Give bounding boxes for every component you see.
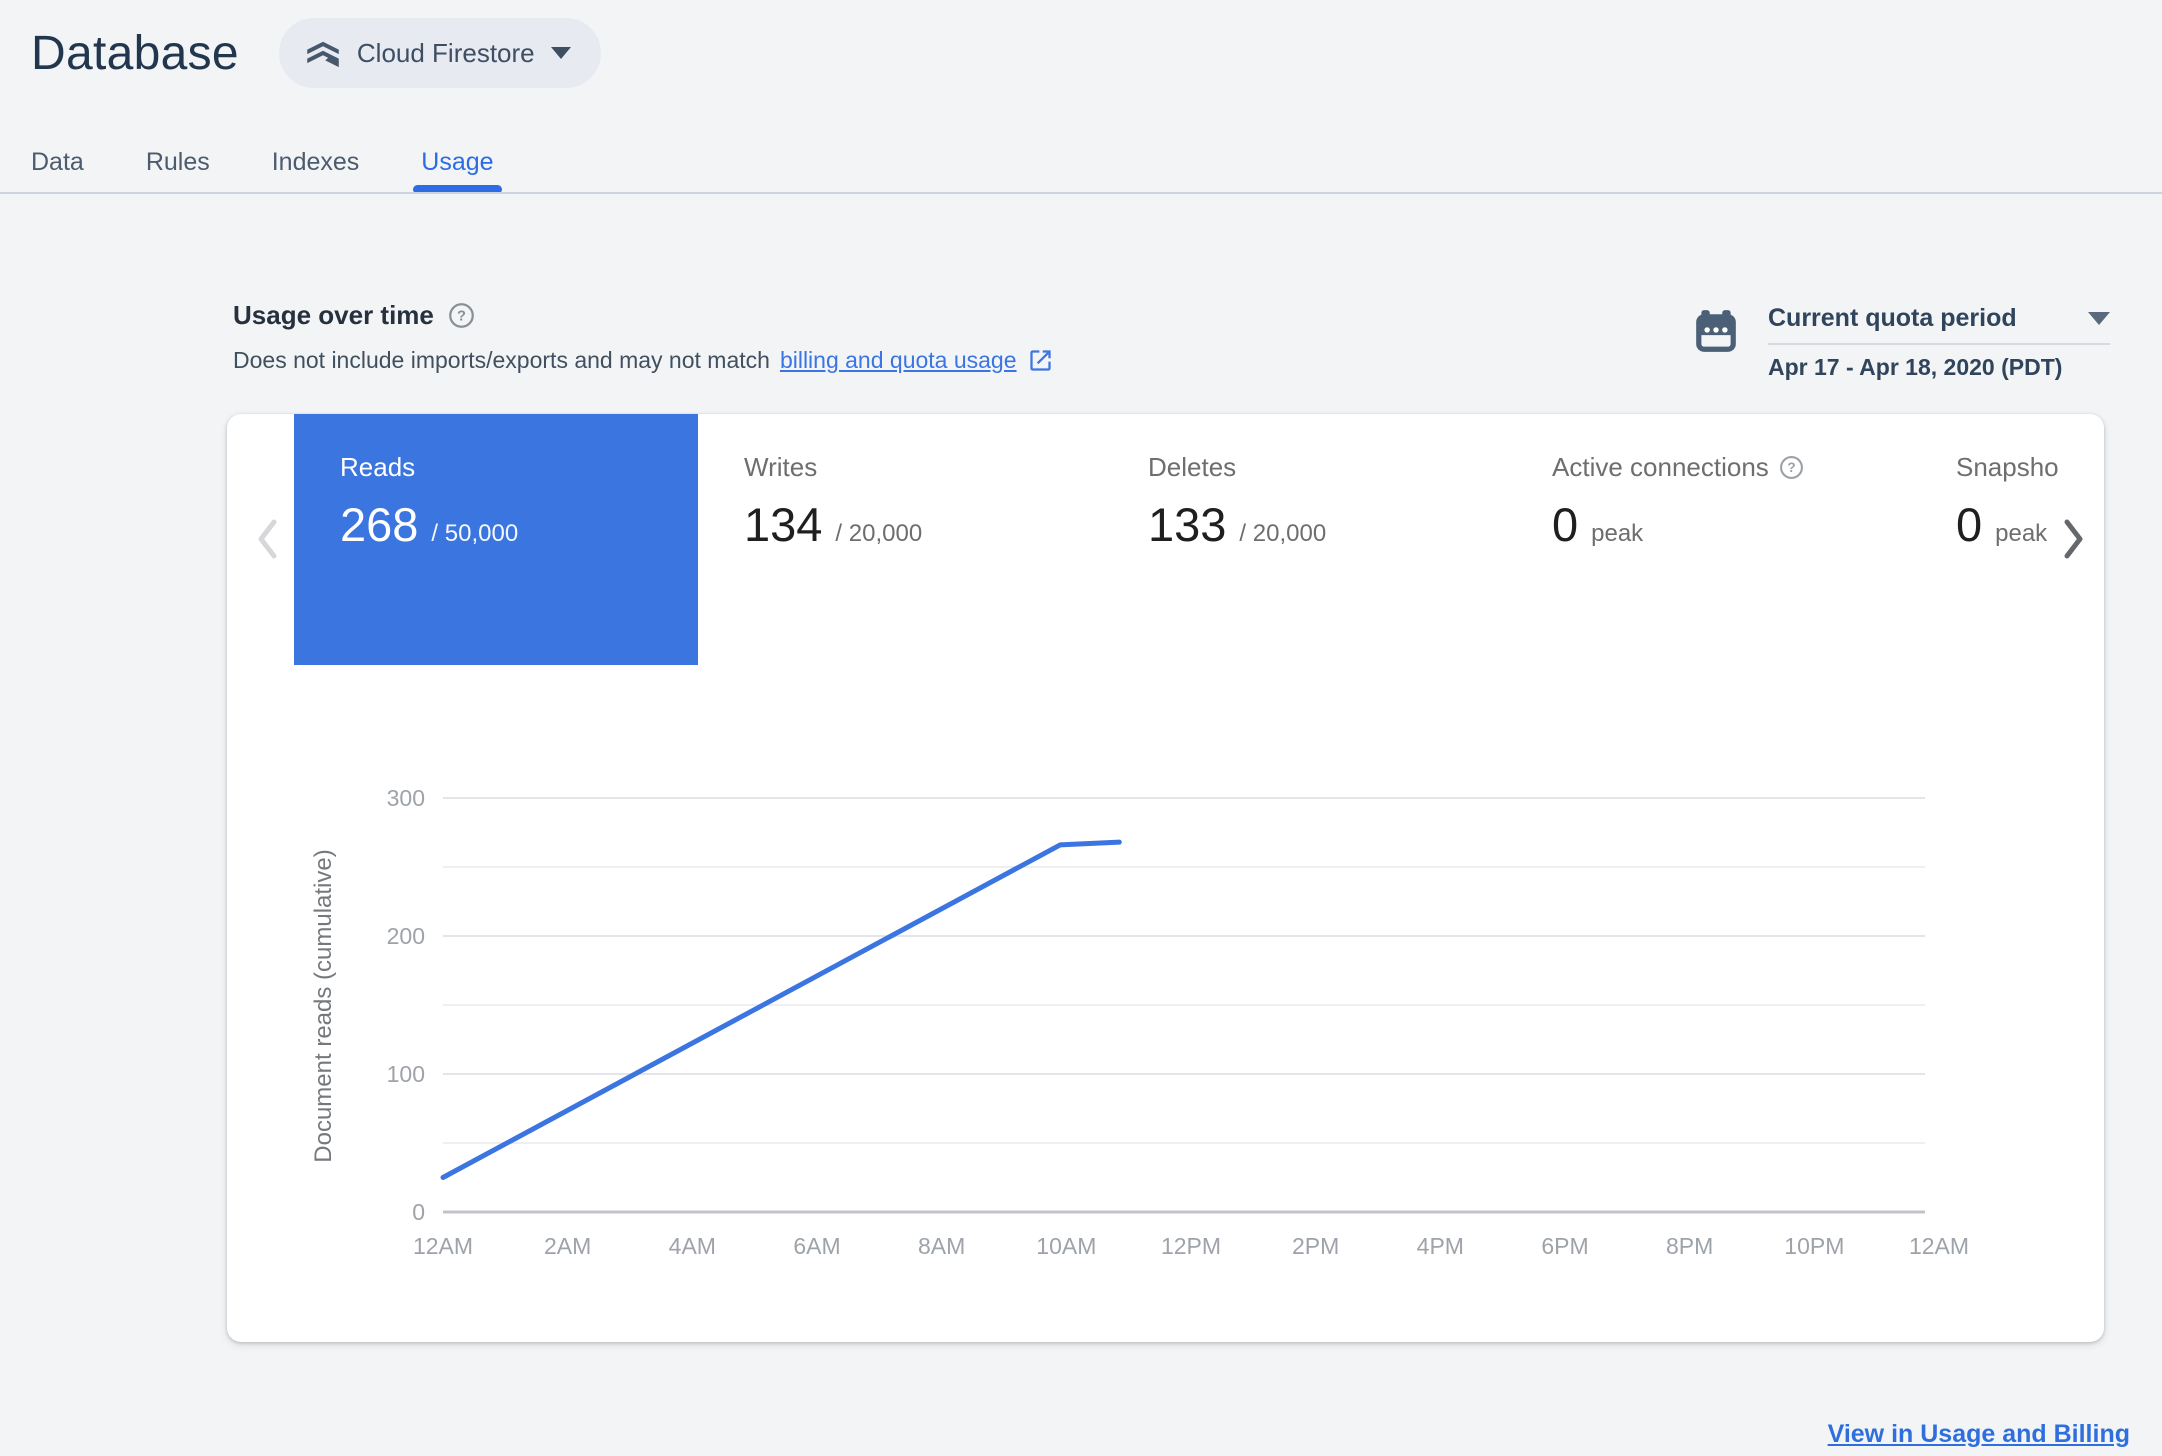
firestore-usage-page: Database Cloud Firestore Data Rules Indexe…	[0, 0, 2162, 1456]
svg-text:?: ?	[457, 309, 466, 325]
billing-usage-link[interactable]: billing and quota usage	[780, 347, 1017, 374]
x-tick-label: 4PM	[1417, 1233, 1464, 1259]
x-tick-label: 8AM	[918, 1233, 965, 1259]
tab-bar-divider	[0, 192, 2162, 194]
metric-value: 0	[1552, 498, 1579, 551]
product-selector-label: Cloud Firestore	[356, 37, 535, 68]
metric-denominator: peak	[1995, 520, 2048, 547]
app-header: Database Cloud Firestore	[31, 18, 601, 88]
metric-denominator: / 20,000	[835, 520, 923, 547]
x-tick-label: 2AM	[544, 1233, 591, 1259]
y-tick-label: 300	[387, 785, 425, 811]
page-title: Database	[31, 26, 239, 80]
tab-label: Rules	[145, 148, 210, 176]
caret-down-icon	[2088, 312, 2110, 325]
metric-denominator: / 50,000	[431, 520, 519, 547]
metric-denominator: peak	[1591, 520, 1644, 547]
usage-card: 0 100 200 300 12AM 2AM 4AM 6AM 8AM 10AM 12PM 2PM 4PM…	[227, 414, 2104, 1342]
quota-period-dropdown[interactable]: Current quota period	[1768, 304, 2110, 345]
x-tick-label: 6AM	[793, 1233, 840, 1259]
y-axis-title: Document reads (cumulative)	[310, 849, 337, 1162]
quota-period-label: Current quota period	[1768, 304, 2017, 332]
reads-series-line	[440, 839, 1122, 1180]
section-description: Does not include imports/exports and may…	[233, 347, 770, 373]
caret-down-icon	[550, 47, 571, 59]
metric-tile-writes[interactable]: Writes 134 / 20,000	[698, 414, 1102, 665]
metric-value: 134	[744, 498, 823, 551]
tab-usage[interactable]: Usage	[413, 136, 502, 194]
product-selector[interactable]: Cloud Firestore	[278, 18, 601, 88]
metric-value: 0	[1956, 498, 1983, 551]
x-tick-label: 10AM	[1036, 1233, 1096, 1259]
x-tick-label: 6PM	[1541, 1233, 1588, 1259]
metric-label: Deletes	[1148, 452, 1237, 482]
help-icon[interactable]: ?	[1779, 455, 1804, 480]
tab-label: Usage	[421, 148, 494, 176]
tab-data[interactable]: Data	[31, 136, 84, 194]
metric-denominator: / 20,000	[1239, 520, 1327, 547]
metric-tile-reads[interactable]: Reads 268 / 50,000	[294, 414, 698, 665]
help-icon[interactable]: ?	[448, 302, 475, 329]
metric-tiles-viewport: Reads 268/ 50,000 Writes 134/ 20,000 Deletes…	[294, 414, 2075, 665]
x-tick-label: 12AM	[1909, 1233, 1969, 1259]
x-tick-label: 12AM	[413, 1233, 473, 1259]
x-tick-label: 12PM	[1161, 1233, 1221, 1259]
x-tick-label: 4AM	[669, 1233, 716, 1259]
metric-label: Active connections	[1552, 452, 1769, 482]
tab-rules[interactable]: Rules	[146, 136, 210, 194]
x-tick-label: 8PM	[1666, 1233, 1713, 1259]
carousel-right-arrow[interactable]	[2060, 516, 2088, 562]
external-link-icon[interactable]	[1027, 347, 1054, 374]
firestore-icon	[305, 36, 341, 70]
quota-period-block: Current quota period Apr 17 - Apr 18, 20…	[1692, 304, 2110, 381]
x-tick-label: 10PM	[1784, 1233, 1844, 1259]
metric-value: 133	[1148, 498, 1227, 551]
section-title: Usage over time	[233, 300, 434, 330]
y-tick-label: 100	[387, 1061, 425, 1087]
carousel-left-arrow[interactable]	[253, 516, 281, 562]
tab-label: Data	[31, 148, 84, 176]
metric-label: Snapsho	[1956, 452, 2059, 482]
quota-period-date-range: Apr 17 - Apr 18, 2020 (PDT)	[1768, 354, 2063, 380]
y-tick-label: 0	[412, 1199, 425, 1225]
metric-label: Reads	[340, 452, 416, 482]
metric-tile-active-connections[interactable]: Active connections? 0 peak	[1506, 414, 1910, 665]
metric-label: Writes	[744, 452, 818, 482]
x-tick-label: 2PM	[1292, 1233, 1339, 1259]
metric-value: 268	[340, 498, 419, 551]
calendar-icon	[1692, 308, 1740, 381]
y-tick-label: 200	[387, 923, 425, 949]
tab-indexes[interactable]: Indexes	[272, 136, 360, 194]
metric-tile-deletes[interactable]: Deletes 133 / 20,000	[1102, 414, 1506, 665]
tab-label: Indexes	[271, 148, 360, 176]
usage-section-header: Usage over time ? Does not include impor…	[233, 300, 1054, 374]
svg-text:?: ?	[1787, 460, 1795, 475]
metric-tile-snapsho[interactable]: Snapsho 0 peak	[1910, 414, 2075, 665]
view-usage-billing-link[interactable]: View in Usage and Billing	[1828, 1420, 2130, 1449]
tab-bar: Data Rules Indexes Usage	[0, 136, 2162, 194]
